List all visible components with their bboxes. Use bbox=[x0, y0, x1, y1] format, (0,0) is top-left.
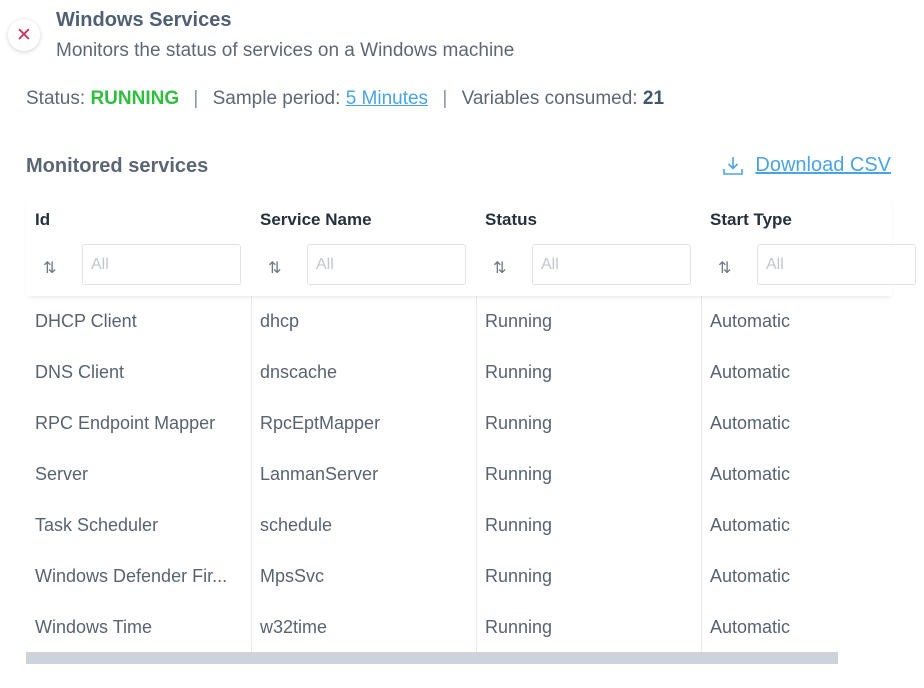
cell-id: DHCP Client bbox=[35, 311, 137, 331]
cell-service-name: RpcEptMapper bbox=[260, 413, 381, 433]
cell-service-name: w32time bbox=[260, 617, 328, 637]
cell-status: Running bbox=[485, 464, 553, 484]
panel-subtitle: Monitors the status of services on a Win… bbox=[56, 40, 515, 61]
separator: | bbox=[442, 88, 448, 109]
cell-service-name: LanmanServer bbox=[260, 464, 379, 484]
sample-period-label: Sample period: bbox=[212, 88, 341, 109]
cell-status: Running bbox=[485, 617, 553, 637]
column-title: Id bbox=[35, 210, 51, 229]
cell-status: Running bbox=[485, 566, 553, 586]
status-bar: Status: RUNNING | Sample period: 5 Minut… bbox=[26, 88, 664, 110]
download-csv-label: Download CSV bbox=[755, 154, 891, 176]
table-row[interactable]: DNS Client dnscache Running Automatic bbox=[26, 347, 892, 398]
sort-icon[interactable]: ⇅ bbox=[493, 258, 506, 277]
column-header-start-type: Start Type ⇅ bbox=[701, 196, 916, 296]
status-value: RUNNING bbox=[90, 88, 180, 109]
cell-status: Running bbox=[485, 311, 553, 331]
filter-input-id[interactable] bbox=[82, 244, 241, 285]
download-csv-button[interactable]: Download CSV bbox=[721, 154, 891, 177]
filter-input-status[interactable] bbox=[532, 244, 691, 285]
close-button[interactable]: ✕ bbox=[8, 19, 40, 51]
horizontal-scrollbar[interactable] bbox=[26, 652, 838, 664]
filter-input-service-name[interactable] bbox=[307, 244, 466, 285]
variables-consumed-value: 21 bbox=[642, 88, 665, 109]
variables-consumed-label: Variables consumed: bbox=[461, 88, 638, 109]
cell-start-type: Automatic bbox=[710, 617, 791, 637]
cell-service-name: MpsSvc bbox=[260, 566, 325, 586]
table-row[interactable]: RPC Endpoint Mapper RpcEptMapper Running Au… bbox=[26, 398, 892, 449]
cell-start-type: Automatic bbox=[710, 311, 791, 331]
cell-id: RPC Endpoint Mapper bbox=[35, 413, 216, 433]
cell-service-name: dnscache bbox=[260, 362, 338, 382]
status-label: Status: bbox=[26, 88, 86, 109]
panel-title: Windows Services bbox=[56, 9, 232, 31]
column-header-id: Id ⇅ bbox=[26, 196, 251, 296]
cell-start-type: Automatic bbox=[710, 515, 791, 535]
cell-id: DNS Client bbox=[35, 362, 125, 382]
sort-icon[interactable]: ⇅ bbox=[43, 258, 56, 277]
cell-service-name: schedule bbox=[260, 515, 333, 535]
services-table: Id ⇅ Service Name ⇅ Status ⇅ Start Type ⇅ DHCP … bbox=[26, 196, 916, 664]
column-title: Start Type bbox=[710, 210, 792, 229]
cell-service-name: dhcp bbox=[260, 311, 300, 331]
table-body: DHCP Client dhcp Running Automatic DNS Clien… bbox=[26, 296, 892, 652]
cell-start-type: Automatic bbox=[710, 566, 791, 586]
cell-id: Windows Defender Fir... bbox=[35, 566, 228, 586]
cell-id: Server bbox=[35, 464, 89, 484]
table-row[interactable]: Windows Time w32time Running Automatic bbox=[26, 602, 892, 653]
column-title: Status bbox=[485, 210, 537, 229]
close-icon: ✕ bbox=[16, 23, 32, 46]
cell-start-type: Automatic bbox=[710, 362, 791, 382]
cell-start-type: Automatic bbox=[710, 413, 791, 433]
table-row[interactable]: Task Scheduler schedule Running Automatic bbox=[26, 500, 892, 551]
cell-status: Running bbox=[485, 413, 553, 433]
cell-start-type: Automatic bbox=[710, 464, 791, 484]
cell-status: Running bbox=[485, 362, 553, 382]
table-header: Id ⇅ Service Name ⇅ Status ⇅ Start Type ⇅ bbox=[26, 196, 916, 296]
table-row[interactable]: Server LanmanServer Running Automatic bbox=[26, 449, 892, 500]
section-title: Monitored services bbox=[26, 155, 209, 177]
table-row[interactable]: DHCP Client dhcp Running Automatic bbox=[26, 296, 892, 347]
sample-period-link[interactable]: 5 Minutes bbox=[346, 88, 428, 109]
cell-status: Running bbox=[485, 515, 553, 535]
cell-id: Task Scheduler bbox=[35, 515, 159, 535]
column-header-status: Status ⇅ bbox=[476, 196, 701, 296]
cell-id: Windows Time bbox=[35, 617, 153, 637]
sort-icon[interactable]: ⇅ bbox=[718, 258, 731, 277]
download-icon bbox=[721, 155, 745, 177]
sort-icon[interactable]: ⇅ bbox=[268, 258, 281, 277]
filter-input-start-type[interactable] bbox=[757, 244, 916, 285]
column-title: Service Name bbox=[260, 210, 372, 229]
table-row[interactable]: Windows Defender Fir... MpsSvc Running Auto… bbox=[26, 551, 892, 602]
separator: | bbox=[193, 88, 199, 109]
column-header-service-name: Service Name ⇅ bbox=[251, 196, 476, 296]
